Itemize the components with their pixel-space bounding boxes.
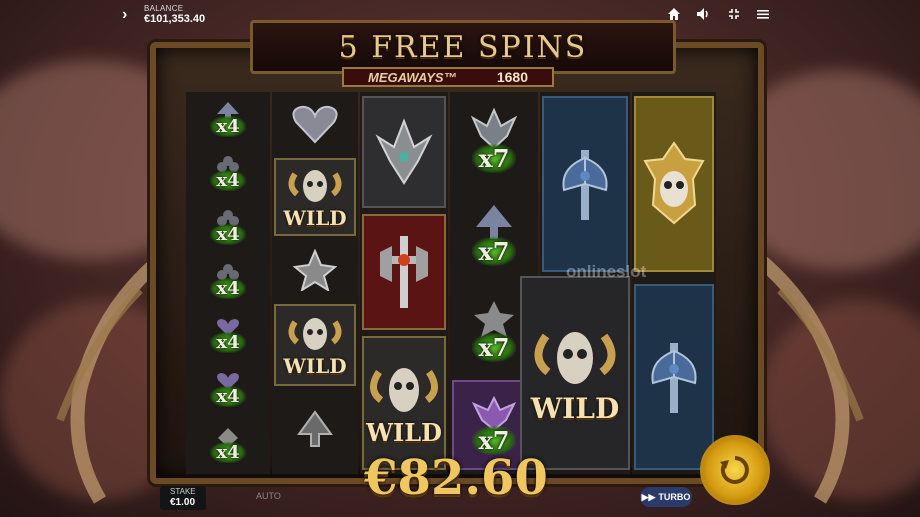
spade-icon bbox=[297, 410, 333, 447]
fast-forward-icon: ▶▶ bbox=[641, 491, 656, 502]
reel-cell: x4 bbox=[186, 254, 270, 307]
win-amount: €82.60 bbox=[364, 450, 548, 506]
crossed-swords-shield-icon bbox=[380, 236, 428, 308]
ram-skull-wild-icon bbox=[370, 367, 438, 412]
turbo-button[interactable]: ▶▶ TURBO bbox=[640, 487, 692, 507]
reel-2: WILD WILD bbox=[272, 92, 358, 474]
reel-cell bbox=[634, 96, 714, 272]
multiplier-label: x4 bbox=[210, 116, 246, 137]
stake-label: STAKE bbox=[170, 487, 196, 496]
refresh-icon bbox=[720, 456, 749, 484]
reel-cell: WILD bbox=[274, 304, 356, 386]
multiplier-label: x4 bbox=[210, 332, 246, 353]
star-icon bbox=[293, 249, 337, 291]
turbo-label: TURBO bbox=[658, 492, 691, 502]
free-spins-banner: 5 FREE SPINS bbox=[250, 20, 676, 74]
wild-label: WILD bbox=[283, 354, 347, 378]
megaways-value: 1680 bbox=[496, 69, 528, 85]
auto-button[interactable]: AUTO bbox=[256, 491, 281, 501]
reel-cell: x7 bbox=[450, 188, 538, 280]
reel-cell: x4 bbox=[186, 308, 270, 361]
reel-6 bbox=[632, 92, 716, 474]
reel-cell: x4 bbox=[186, 200, 270, 253]
blue-axe-banner-icon bbox=[562, 150, 608, 220]
megaways-label: MEGAWAYS™ bbox=[368, 69, 457, 85]
fullscreen-icon[interactable] bbox=[726, 6, 742, 22]
reel-cell: x4 bbox=[186, 92, 270, 145]
reel-cell bbox=[362, 96, 446, 208]
multiplier-label: x7 bbox=[472, 143, 516, 173]
ram-skull-wild-icon bbox=[288, 170, 342, 202]
reel-cell bbox=[272, 92, 358, 156]
reel-grid: x4 x4 x4 x4 x4 x4 x4 WILD WILD WILD x7 x… bbox=[186, 92, 716, 474]
ram-skull-wild-icon bbox=[288, 318, 342, 350]
spin-button[interactable] bbox=[700, 435, 770, 505]
reel-cell: x7 bbox=[450, 94, 538, 184]
golden-demon-skull-icon bbox=[643, 141, 705, 225]
reel-cell: WILD bbox=[274, 158, 356, 236]
reel-1: x4 x4 x4 x4 x4 x4 x4 bbox=[186, 92, 270, 474]
reel-cell bbox=[542, 96, 628, 272]
reel-cell bbox=[634, 284, 714, 470]
balance-label: BALANCE bbox=[144, 4, 184, 13]
multiplier-label: x4 bbox=[210, 278, 246, 299]
reel-cell bbox=[272, 238, 358, 302]
multiplier-label: x7 bbox=[472, 332, 516, 362]
wild-label: WILD bbox=[283, 206, 347, 230]
chevron-right-icon[interactable]: › bbox=[122, 6, 127, 24]
axes-shield-icon bbox=[375, 118, 433, 185]
watermark: onlineslot bbox=[566, 262, 647, 281]
wild-label: WILD bbox=[366, 417, 442, 447]
reel-cell: x4 bbox=[186, 416, 270, 472]
reel-cell: x4 bbox=[186, 146, 270, 199]
multiplier-label: x4 bbox=[210, 170, 246, 191]
reel-3: WILD bbox=[360, 92, 448, 474]
sound-icon[interactable] bbox=[695, 6, 711, 22]
reel-cell: WILD bbox=[520, 276, 630, 470]
free-spins-title: 5 FREE SPINS bbox=[338, 29, 588, 65]
hamburger-menu-icon[interactable] bbox=[755, 6, 771, 22]
blue-axe-banner-icon bbox=[651, 343, 697, 413]
stake-value: €1.00 bbox=[170, 497, 196, 508]
ram-skull-wild-icon bbox=[534, 331, 616, 384]
reel-5: WILD bbox=[520, 92, 630, 474]
multiplier-label: x4 bbox=[210, 386, 246, 407]
megaways-bar: MEGAWAYS™ 1680 bbox=[342, 67, 554, 87]
reel-cell bbox=[362, 214, 446, 330]
multiplier-label: x4 bbox=[210, 441, 246, 463]
multiplier-label: x4 bbox=[210, 224, 246, 245]
reel-cell: x4 bbox=[186, 362, 270, 415]
balance-value: €101,353.40 bbox=[144, 13, 206, 25]
heart-icon bbox=[292, 105, 338, 144]
wild-label: WILD bbox=[530, 391, 620, 425]
multiplier-label: x7 bbox=[472, 236, 516, 266]
